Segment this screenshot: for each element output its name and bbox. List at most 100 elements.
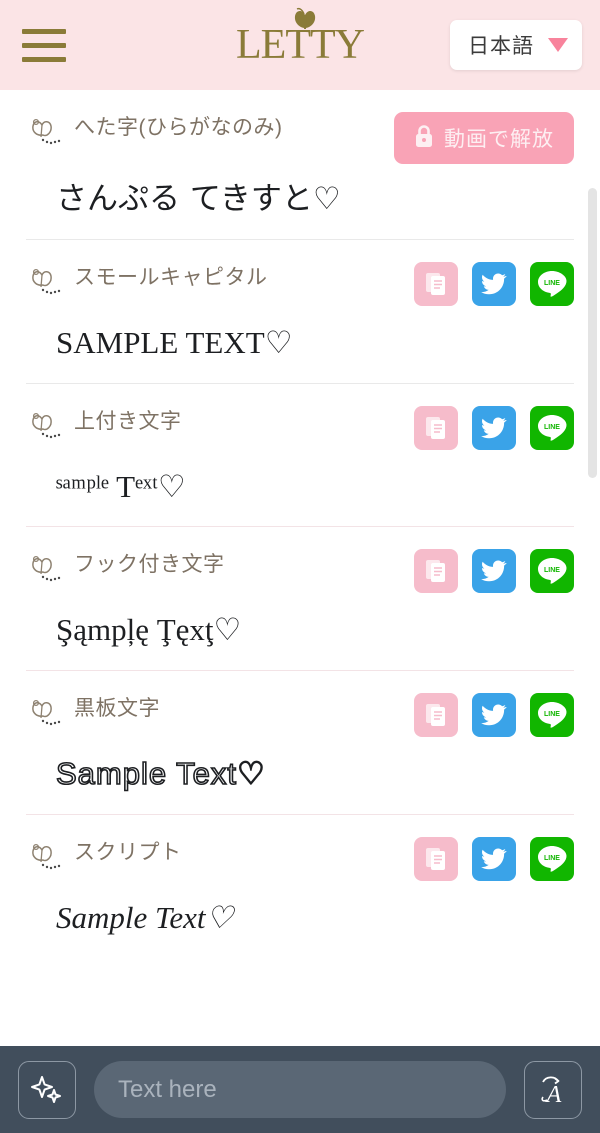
row-title-group: スモールキャピタル [26, 262, 268, 305]
line-share-button[interactable]: LINE [530, 836, 574, 881]
table-row: フック付き文字 LINE Şąmpļę Ţęxţ♡ [0, 527, 600, 670]
svg-text:LINE: LINE [544, 855, 560, 862]
sample-text[interactable]: ˢᵃᵐᵖˡᵉ Tᵉˣᵗ♡ [26, 452, 574, 527]
sample-text[interactable]: Sample Text♡ [26, 739, 574, 814]
copy-icon [426, 416, 445, 439]
row-label: フック付き文字 [74, 553, 225, 577]
twitter-icon [481, 560, 507, 582]
twitter-share-button[interactable] [472, 405, 516, 450]
sample-text[interactable]: SAMPLE TEXT♡ [26, 308, 574, 383]
lock-icon [414, 124, 434, 153]
butterfly-icon [26, 697, 66, 736]
sample-text[interactable]: さんぷる てきすと♡ [26, 164, 574, 239]
sample-text[interactable]: Sample Text♡ [26, 883, 574, 958]
butterfly-icon [26, 266, 66, 305]
unlock-button-label: 動画で解放 [444, 128, 554, 151]
butterfly-icon [26, 553, 66, 592]
copy-icon [426, 704, 445, 726]
row-header: フック付き文字 LINE [26, 549, 574, 595]
twitter-share-button[interactable] [472, 549, 516, 594]
line-icon: LINE [538, 270, 567, 297]
row-header: へた字(ひらがなのみ) 動画で解放 [26, 112, 574, 164]
row-header: 上付き文字 LINE [26, 405, 574, 452]
hamburger-bar [22, 56, 66, 62]
line-icon: LINE [538, 558, 567, 584]
row-actions: LINE [414, 693, 574, 737]
sample-text[interactable]: Şąmpļę Ţęxţ♡ [26, 595, 574, 670]
butterfly-icon [26, 841, 66, 880]
twitter-icon [481, 273, 507, 295]
sparkles-icon [31, 1075, 61, 1103]
logo-text: LETTY [236, 22, 365, 68]
copy-button[interactable] [414, 836, 458, 881]
row-label: 上付き文字 [74, 409, 182, 433]
butterfly-icon [26, 410, 66, 449]
twitter-icon [481, 848, 507, 870]
twitter-share-button[interactable] [472, 836, 516, 881]
line-share-button[interactable]: LINE [530, 261, 574, 306]
table-row: 黒板文字 LINE Sample Text♡ [0, 671, 600, 814]
table-row: スモールキャピタル LINE SAMPLE TEXT♡ [0, 240, 600, 383]
sparkles-button[interactable] [18, 1060, 76, 1119]
butterfly-icon [288, 6, 322, 41]
row-label: へた字(ひらがなのみ) [74, 116, 283, 139]
twitter-share-button[interactable] [472, 693, 516, 737]
app-root: LETTY 日本語 へた字(ひらがなのみ) 動画で解放 さんぷる てきすと♡ ス… [0, 0, 600, 1133]
app-logo: LETTY [236, 7, 365, 68]
table-row: スクリプト LINE Sample Text♡ [0, 815, 600, 958]
row-header: スクリプト LINE [26, 836, 574, 883]
table-row: 上付き文字 LINE ˢᵃᵐᵖˡᵉ Tᵉˣᵗ♡ [0, 384, 600, 527]
svg-text:A: A [545, 1082, 562, 1108]
row-header: 黒板文字 LINE [26, 693, 574, 739]
copy-button[interactable] [414, 549, 458, 594]
font-style-button[interactable]: A [524, 1060, 582, 1119]
twitter-icon [481, 704, 507, 726]
row-title-group: スクリプト [26, 837, 182, 880]
line-icon: LINE [538, 414, 567, 441]
twitter-icon [481, 417, 507, 438]
row-label: 黒板文字 [74, 697, 160, 720]
row-header: スモールキャピタル LINE [26, 261, 574, 308]
row-actions: LINE [414, 836, 574, 881]
bottom-toolbar: A [0, 1046, 600, 1133]
search-input[interactable] [94, 1061, 506, 1118]
unlock-with-video-button[interactable]: 動画で解放 [394, 112, 574, 164]
row-label: スモールキャピタル [74, 265, 268, 289]
line-icon: LINE [538, 845, 567, 872]
language-selector[interactable]: 日本語 [450, 20, 582, 70]
line-share-button[interactable]: LINE [530, 693, 574, 737]
copy-button[interactable] [414, 261, 458, 306]
script-a-icon: A [541, 1075, 562, 1108]
butterfly-icon [26, 116, 66, 155]
copy-button[interactable] [414, 693, 458, 737]
chevron-down-icon [548, 38, 568, 52]
row-actions: LINE [414, 549, 574, 594]
font-style-list: へた字(ひらがなのみ) 動画で解放 さんぷる てきすと♡ スモールキャピタル L… [0, 90, 600, 1046]
hamburger-icon[interactable] [18, 25, 66, 65]
app-header: LETTY 日本語 [0, 0, 600, 90]
line-share-button[interactable]: LINE [530, 549, 574, 594]
row-actions: LINE [414, 261, 574, 306]
line-share-button[interactable]: LINE [530, 405, 574, 450]
twitter-share-button[interactable] [472, 261, 516, 306]
vertical-scrollbar[interactable] [588, 188, 597, 478]
row-actions: LINE [414, 405, 574, 450]
copy-icon [426, 272, 445, 295]
copy-icon [426, 847, 445, 870]
line-icon: LINE [538, 702, 567, 728]
svg-text:LINE: LINE [544, 567, 560, 574]
hamburger-bar [22, 42, 66, 48]
row-title-group: へた字(ひらがなのみ) [26, 112, 283, 155]
row-label: スクリプト [74, 840, 182, 864]
hamburger-bar [22, 28, 66, 34]
row-title-group: 上付き文字 [26, 406, 182, 449]
row-title-group: フック付き文字 [26, 549, 225, 592]
svg-text:LINE: LINE [544, 280, 560, 287]
svg-text:LINE: LINE [544, 424, 560, 431]
copy-button[interactable] [414, 405, 458, 450]
row-title-group: 黒板文字 [26, 693, 160, 736]
language-selected-label: 日本語 [468, 35, 534, 58]
svg-text:LINE: LINE [544, 711, 560, 718]
table-row: へた字(ひらがなのみ) 動画で解放 さんぷる てきすと♡ [0, 90, 600, 239]
copy-icon [426, 560, 445, 583]
